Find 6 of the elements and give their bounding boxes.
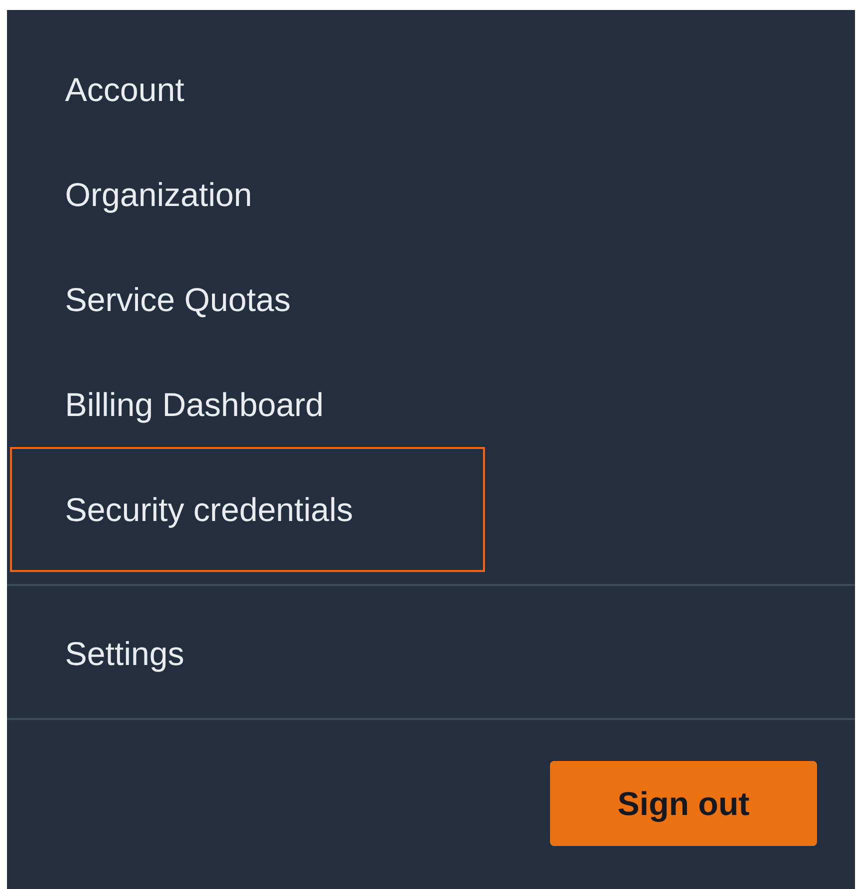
menu-item[interactable]: Security credentials (10, 447, 485, 572)
sign-out-button[interactable]: Sign out (550, 761, 817, 846)
menu-item[interactable]: Organization (10, 142, 485, 247)
menu-item[interactable]: Account (10, 37, 485, 142)
menu-item[interactable]: Settings (10, 601, 485, 706)
menu-item[interactable]: Service Quotas (10, 247, 485, 352)
